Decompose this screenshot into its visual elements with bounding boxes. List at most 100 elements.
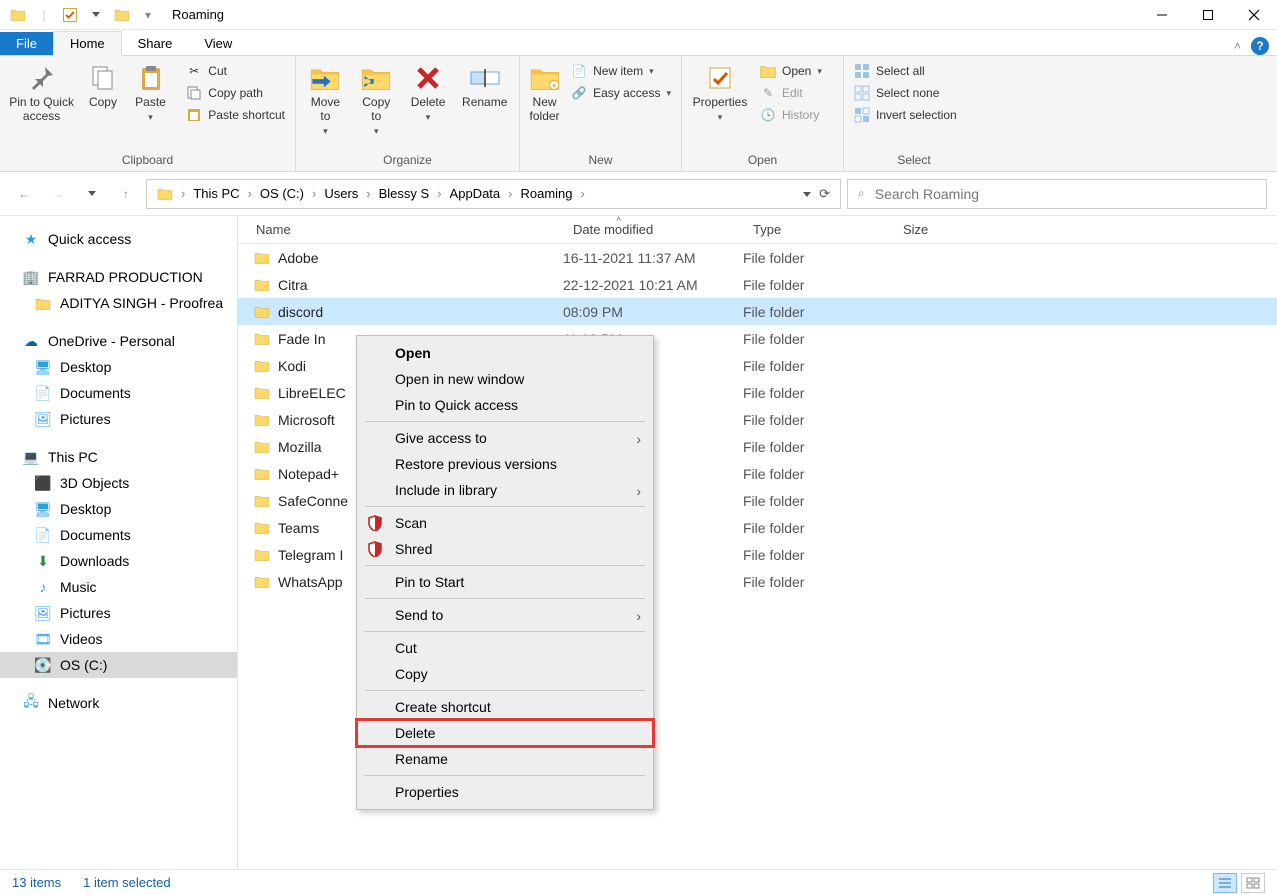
ctx-open-new-window[interactable]: Open in new window: [357, 366, 653, 392]
select-none-button[interactable]: Select none: [850, 84, 961, 102]
delete-button[interactable]: Delete▾: [404, 60, 453, 125]
edit-button[interactable]: ✎Edit: [756, 84, 826, 102]
nav-documents[interactable]: 📄Documents: [0, 522, 237, 548]
table-row[interactable]: Adobe16-11-2021 11:37 AMFile folder: [238, 244, 1277, 271]
copy-to-button[interactable]: Copy to▾: [353, 60, 400, 139]
chevron-right-icon[interactable]: ›: [310, 186, 318, 201]
address-dropdown[interactable]: [803, 186, 811, 201]
building-icon: 🏢: [22, 268, 40, 286]
qat-overflow[interactable]: ▾: [136, 3, 160, 27]
ctx-send-to[interactable]: Send to›: [357, 602, 653, 628]
ctx-restore-versions[interactable]: Restore previous versions: [357, 451, 653, 477]
nav-network[interactable]: 🖧Network: [0, 690, 237, 716]
ctx-copy[interactable]: Copy: [357, 661, 653, 687]
new-folder-button[interactable]: ✦ New folder: [526, 60, 563, 126]
move-to-icon: [309, 62, 341, 94]
col-type[interactable]: Type: [743, 216, 893, 243]
chevron-right-icon[interactable]: ›: [179, 186, 187, 201]
chevron-right-icon[interactable]: ›: [364, 186, 372, 201]
nav-desktop[interactable]: 🖥Desktop: [0, 496, 237, 522]
nav-quick-access[interactable]: ★Quick access: [0, 226, 237, 252]
chevron-right-icon[interactable]: ›: [506, 186, 514, 201]
forward-button[interactable]: →: [44, 180, 72, 208]
ctx-delete[interactable]: Delete: [357, 720, 653, 746]
ctx-open[interactable]: Open: [357, 340, 653, 366]
ctx-shred[interactable]: Shred: [357, 536, 653, 562]
nav-farrad[interactable]: 🏢FARRAD PRODUCTION: [0, 264, 237, 290]
history-button[interactable]: 🕓History: [756, 106, 826, 124]
nav-od-documents[interactable]: 📄Documents: [0, 380, 237, 406]
select-all-button[interactable]: Select all: [850, 62, 961, 80]
nav-music[interactable]: ♪Music: [0, 574, 237, 600]
refresh-button[interactable]: ⟳: [819, 186, 830, 202]
back-button[interactable]: ←: [10, 180, 38, 208]
paste-button[interactable]: Paste ▾: [129, 60, 173, 125]
crumb-this-pc[interactable]: This PC: [187, 186, 245, 201]
crumb-os[interactable]: OS (C:): [254, 186, 310, 201]
crumb-appdata[interactable]: AppData: [444, 186, 507, 201]
up-button[interactable]: ↑: [112, 180, 140, 208]
help-icon[interactable]: ?: [1251, 37, 1269, 55]
rename-button[interactable]: Rename: [456, 60, 513, 112]
ctx-give-access[interactable]: Give access to›: [357, 425, 653, 451]
group-label-new: New: [526, 150, 675, 171]
chevron-right-icon[interactable]: ›: [579, 186, 587, 201]
crumb-user[interactable]: Blessy S: [373, 186, 436, 201]
nav-os-c[interactable]: 💽OS (C:): [0, 652, 237, 678]
tab-share[interactable]: Share: [122, 32, 189, 55]
ctx-create-shortcut[interactable]: Create shortcut: [357, 694, 653, 720]
nav-od-pictures[interactable]: 🖼Pictures: [0, 406, 237, 432]
easy-access-button[interactable]: 🔗Easy access ▾: [567, 84, 675, 102]
ribbon-collapse-icon[interactable]: ˄: [1234, 39, 1241, 53]
chevron-right-icon[interactable]: ›: [435, 186, 443, 201]
search-box[interactable]: ⌕: [847, 179, 1267, 209]
ctx-rename[interactable]: Rename: [357, 746, 653, 772]
ctx-properties[interactable]: Properties: [357, 779, 653, 805]
crumb-roaming[interactable]: Roaming: [514, 186, 578, 201]
nav-onedrive[interactable]: ☁OneDrive - Personal: [0, 328, 237, 354]
nav-pictures[interactable]: 🖼Pictures: [0, 600, 237, 626]
pin-quick-access-button[interactable]: Pin to Quick access: [6, 60, 77, 126]
move-to-button[interactable]: Move to▾: [302, 60, 349, 139]
crumb-users[interactable]: Users: [318, 186, 364, 201]
col-date[interactable]: Date modified: [563, 216, 743, 243]
close-button[interactable]: [1231, 0, 1277, 30]
invert-selection-button[interactable]: Invert selection: [850, 106, 961, 124]
recent-locations-button[interactable]: [78, 180, 106, 208]
ctx-pin-quick-access[interactable]: Pin to Quick access: [357, 392, 653, 418]
new-item-button[interactable]: 📄New item ▾: [567, 62, 675, 80]
properties-button[interactable]: Properties▾: [688, 60, 752, 125]
maximize-button[interactable]: [1185, 0, 1231, 30]
nav-this-pc[interactable]: 💻This PC: [0, 444, 237, 470]
copy-path-button[interactable]: Copy path: [182, 84, 289, 102]
cut-button[interactable]: ✂Cut: [182, 62, 289, 80]
ctx-scan[interactable]: Scan: [357, 510, 653, 536]
paste-shortcut-button[interactable]: Paste shortcut: [182, 106, 289, 124]
ctx-include-library[interactable]: Include in library›: [357, 477, 653, 503]
tab-view[interactable]: View: [188, 32, 248, 55]
nav-aditya[interactable]: ADITYA SINGH - Proofrea: [0, 290, 237, 316]
nav-od-desktop[interactable]: 🖥Desktop: [0, 354, 237, 380]
tab-file[interactable]: File: [0, 32, 53, 55]
thumbnails-view-button[interactable]: [1241, 873, 1265, 893]
chevron-right-icon[interactable]: ›: [246, 186, 254, 201]
breadcrumb-root-icon[interactable]: [151, 187, 179, 200]
details-view-button[interactable]: [1213, 873, 1237, 893]
nav-videos[interactable]: 🎞Videos: [0, 626, 237, 652]
qat-dropdown[interactable]: [84, 3, 108, 27]
col-size[interactable]: Size: [893, 216, 1013, 243]
tab-home[interactable]: Home: [53, 31, 122, 56]
minimize-button[interactable]: [1139, 0, 1185, 30]
nav-downloads[interactable]: ⬇Downloads: [0, 548, 237, 574]
col-name[interactable]: Name: [238, 216, 563, 243]
qat-properties-icon[interactable]: [58, 3, 82, 27]
breadcrumb[interactable]: › This PC› OS (C:)› Users› Blessy S› App…: [146, 179, 841, 209]
search-input[interactable]: [875, 186, 1256, 202]
copy-button[interactable]: Copy: [81, 60, 125, 112]
ctx-pin-start[interactable]: Pin to Start: [357, 569, 653, 595]
table-row[interactable]: discord08:09 PMFile folder: [238, 298, 1277, 325]
open-button[interactable]: Open ▾: [756, 62, 826, 80]
table-row[interactable]: Citra22-12-2021 10:21 AMFile folder: [238, 271, 1277, 298]
nav-3d[interactable]: ⬛3D Objects: [0, 470, 237, 496]
ctx-cut[interactable]: Cut: [357, 635, 653, 661]
